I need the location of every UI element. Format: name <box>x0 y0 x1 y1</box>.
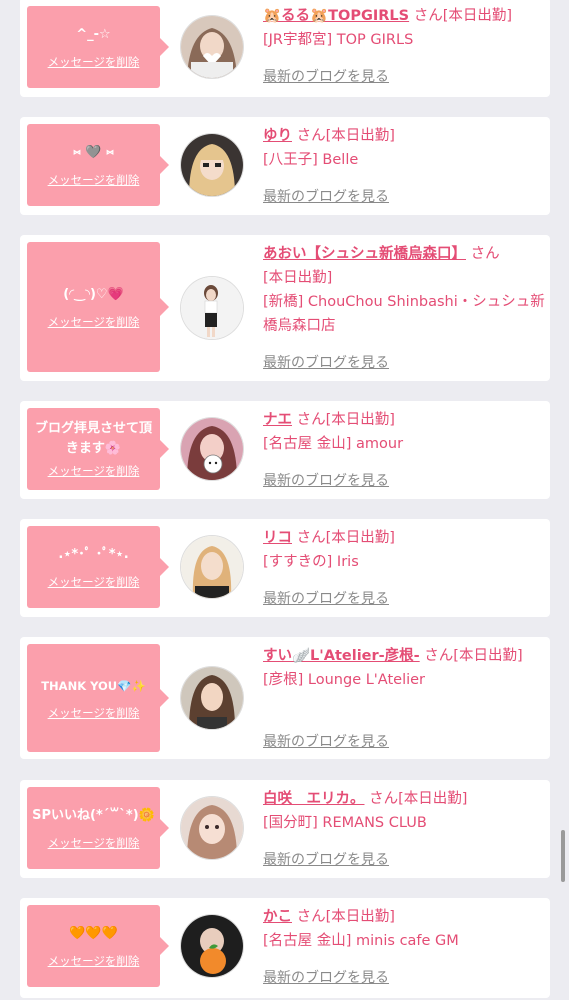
honorific: さん <box>296 909 326 925</box>
girl-name-link[interactable]: リコ <box>263 530 292 546</box>
status-text: [本日出勤] <box>398 791 468 807</box>
avatar[interactable] <box>181 667 243 729</box>
message-text: 🧡🧡🧡 <box>69 925 118 941</box>
message-bubble: ブログ拝見させて頂きます🌸 メッセージを削除 <box>27 408 169 490</box>
avatar[interactable] <box>181 418 243 480</box>
message-bubble: ⑅ 🩶 ⑅ メッセージを削除 <box>27 124 169 206</box>
girl-name-link[interactable]: ゆり <box>263 128 292 144</box>
message-text: ⑅ 🩶 ⑅ <box>73 144 114 160</box>
message-card: ブログ拝見させて頂きます🌸 メッセージを削除 ナエ さん[本日出勤] [名古屋 … <box>20 401 550 499</box>
message-info: かこ さん[本日出勤] [名古屋 金山] minis cafe GM <box>263 905 546 953</box>
shop-name: [名古屋 金山] minis cafe GM <box>263 933 459 949</box>
status-text: [本日出勤] <box>263 270 333 286</box>
message-card: ^_-☆ メッセージを削除 🐹るる🐹TOPGIRLS さん[本日出勤] [JR宇… <box>20 0 550 97</box>
message-bubble: THANK YOU💎✨ メッセージを削除 <box>27 644 169 752</box>
latest-blog-link[interactable]: 最新のブログを見る <box>263 967 389 987</box>
latest-blog-link[interactable]: 最新のブログを見る <box>263 849 389 869</box>
honorific: さん <box>413 8 443 24</box>
delete-message-link[interactable]: メッセージを削除 <box>48 54 140 70</box>
delete-message-link[interactable]: メッセージを削除 <box>48 463 140 479</box>
status-text: [本日出勤] <box>325 530 395 546</box>
message-card: .⋆*･ﾟ ･ﾟ*⋆. メッセージを削除 リコ さん[本日出勤] [すすきの] … <box>20 519 550 617</box>
scrollbar-thumb[interactable] <box>561 830 565 882</box>
latest-blog-link[interactable]: 最新のブログを見る <box>263 66 389 86</box>
shop-name: [JR宇都宮] TOP GIRLS <box>263 32 414 48</box>
status-text: [本日出勤] <box>442 8 513 24</box>
delete-message-link[interactable]: メッセージを削除 <box>48 705 140 721</box>
message-info: ナエ さん[本日出勤] [名古屋 金山] amour <box>263 408 546 456</box>
shop-name: [すすきの] Iris <box>263 554 359 570</box>
honorific: さん <box>296 412 326 428</box>
honorific: さん <box>369 791 399 807</box>
message-info: 🐹るる🐹TOPGIRLS さん[本日出勤] [JR宇都宮] TOP GIRLS <box>263 4 546 52</box>
message-text: .⋆*･ﾟ ･ﾟ*⋆. <box>58 546 129 562</box>
status-text: [本日出勤] <box>453 648 523 664</box>
honorific: さん <box>296 128 326 144</box>
message-text: (◜‿◝)♡💗 <box>63 286 124 302</box>
message-bubble: ^_-☆ メッセージを削除 <box>27 6 169 88</box>
latest-blog-link[interactable]: 最新のブログを見る <box>263 186 389 206</box>
honorific: さん <box>424 648 454 664</box>
avatar[interactable] <box>181 797 243 859</box>
shop-name: [国分町] REMANS CLUB <box>263 815 427 831</box>
status-text: [本日出勤] <box>325 412 395 428</box>
delete-message-link[interactable]: メッセージを削除 <box>48 314 140 330</box>
message-card: (◜‿◝)♡💗 メッセージを削除 あおい【シュシュ新橋烏森口】 さん [本日出勤]… <box>20 235 550 381</box>
latest-blog-link[interactable]: 最新のブログを見る <box>263 352 389 372</box>
avatar[interactable] <box>181 134 243 196</box>
delete-message-link[interactable]: メッセージを削除 <box>48 172 140 188</box>
girl-name-link[interactable]: ナエ <box>263 412 292 428</box>
message-bubble: 🧡🧡🧡 メッセージを削除 <box>27 905 169 987</box>
message-card: THANK YOU💎✨ メッセージを削除 すい🪽L'Atelier-彦根- さん… <box>20 637 550 759</box>
avatar[interactable] <box>181 915 243 977</box>
message-card: 🧡🧡🧡 メッセージを削除 かこ さん[本日出勤] [名古屋 金山] minis … <box>20 898 550 998</box>
avatar[interactable] <box>181 277 243 339</box>
girl-name-link[interactable]: 白咲 エリカ。 <box>263 791 365 807</box>
avatar[interactable] <box>181 536 243 598</box>
message-text: THANK YOU💎✨ <box>41 678 146 693</box>
message-card: ⑅ 🩶 ⑅ メッセージを削除 ゆり さん[本日出勤] [八王子] Belle 最… <box>20 117 550 215</box>
delete-message-link[interactable]: メッセージを削除 <box>48 953 140 969</box>
shop-name: [名古屋 金山] amour <box>263 436 404 452</box>
status-text: [本日出勤] <box>325 909 395 925</box>
message-bubble: SPいいね(*´꒳`*)🌼 メッセージを削除 <box>27 787 169 869</box>
honorific: さん <box>296 530 326 546</box>
latest-blog-link[interactable]: 最新のブログを見る <box>263 588 389 608</box>
girl-name-link[interactable]: かこ <box>263 909 292 925</box>
delete-message-link[interactable]: メッセージを削除 <box>48 574 140 590</box>
message-card: SPいいね(*´꒳`*)🌼 メッセージを削除 白咲 エリカ。 さん[本日出勤] … <box>20 780 550 878</box>
message-info: すい🪽L'Atelier-彦根- さん[本日出勤] [彦根] Lounge L'… <box>263 644 546 692</box>
message-info: あおい【シュシュ新橋烏森口】 さん [本日出勤] [新橋] ChouChou Sh… <box>263 242 546 338</box>
latest-blog-link[interactable]: 最新のブログを見る <box>263 731 389 751</box>
message-text: ブログ拝見させて頂きます🌸 <box>34 421 152 456</box>
avatar[interactable] <box>181 16 243 78</box>
message-info: ゆり さん[本日出勤] [八王子] Belle <box>263 124 546 172</box>
shop-name: [八王子] Belle <box>263 152 359 168</box>
shop-name: [彦根] Lounge L'Atelier <box>263 672 426 688</box>
girl-name-link[interactable]: すい🪽L'Atelier-彦根- <box>263 648 420 664</box>
message-list: ^_-☆ メッセージを削除 🐹るる🐹TOPGIRLS さん[本日出勤] [JR宇… <box>0 0 569 1000</box>
message-text: ^_-☆ <box>76 26 111 42</box>
message-bubble: .⋆*･ﾟ ･ﾟ*⋆. メッセージを削除 <box>27 526 169 608</box>
message-info: 白咲 エリカ。 さん[本日出勤] [国分町] REMANS CLUB <box>263 787 546 835</box>
message-info: リコ さん[本日出勤] [すすきの] Iris <box>263 526 546 574</box>
message-bubble: (◜‿◝)♡💗 メッセージを削除 <box>27 242 169 372</box>
girl-name-link[interactable]: あおい【シュシュ新橋烏森口】 <box>263 246 466 262</box>
latest-blog-link[interactable]: 最新のブログを見る <box>263 470 389 490</box>
status-text: [本日出勤] <box>325 128 395 144</box>
shop-name: [新橋] ChouChou Shinbashi・シュシュ新橋烏森口店 <box>263 294 545 334</box>
girl-name-link[interactable]: 🐹るる🐹TOPGIRLS <box>263 8 409 24</box>
honorific: さん <box>470 246 500 262</box>
message-text: SPいいね(*´꒳`*)🌼 <box>32 807 155 823</box>
delete-message-link[interactable]: メッセージを削除 <box>48 835 140 851</box>
